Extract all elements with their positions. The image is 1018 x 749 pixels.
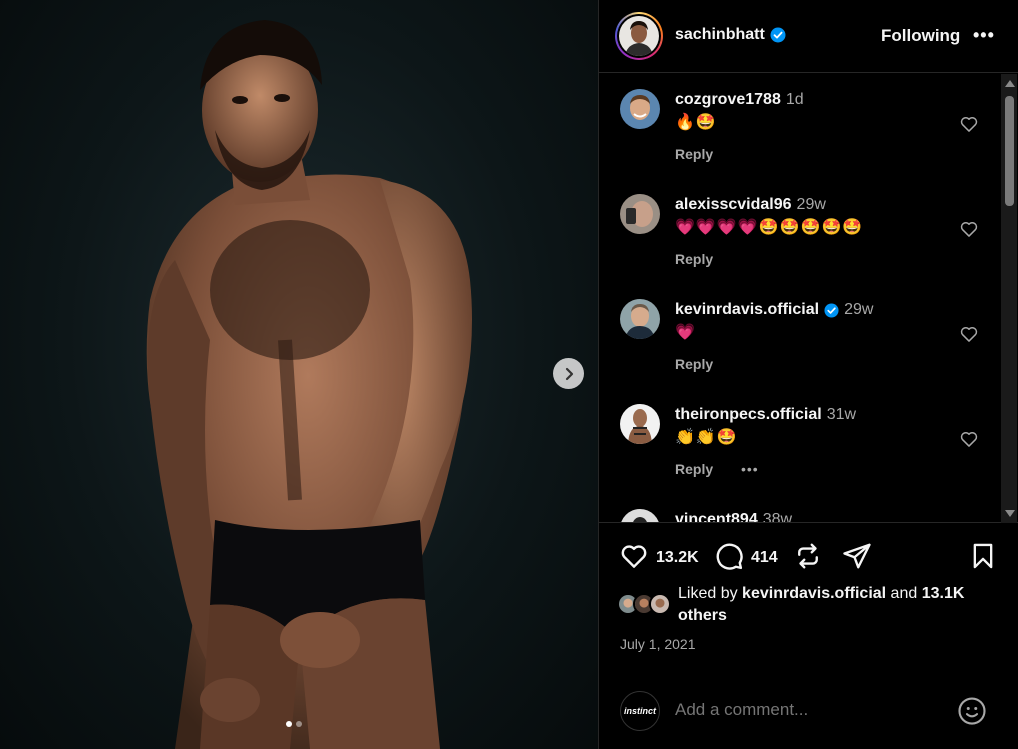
reply-button[interactable]: Reply bbox=[675, 356, 713, 372]
like-comment-icon[interactable] bbox=[959, 324, 979, 344]
comment-item: vincent894 38w bbox=[599, 494, 999, 523]
like-icon[interactable] bbox=[619, 541, 649, 571]
scroll-up-arrow-icon[interactable] bbox=[1005, 80, 1015, 87]
author-username[interactable]: sachinbhatt bbox=[675, 26, 765, 44]
carousel-next-button[interactable] bbox=[553, 358, 584, 389]
post-details-panel: sachinbhatt Following ••• cozgrove1788 1… bbox=[598, 0, 1018, 749]
comments-list[interactable]: cozgrove1788 1d 🔥🤩 Reply alexisscvidal96… bbox=[599, 74, 1018, 523]
post-header: sachinbhatt Following ••• bbox=[599, 0, 1018, 73]
carousel-dot bbox=[296, 721, 302, 727]
comment-text: 👏👏🤩 bbox=[675, 429, 738, 446]
comment-username[interactable]: kevinrdavis.official bbox=[675, 301, 819, 319]
reply-button[interactable]: Reply bbox=[675, 461, 713, 477]
author-name-row[interactable]: sachinbhatt bbox=[675, 26, 786, 44]
comment-time[interactable]: 29w bbox=[844, 301, 873, 319]
comment-username[interactable]: theironpecs.official bbox=[675, 406, 822, 424]
comment-icon[interactable] bbox=[714, 541, 744, 571]
current-user-avatar: instinct bbox=[620, 691, 660, 731]
comments-scrollbar[interactable] bbox=[1001, 74, 1017, 523]
scrollbar-thumb[interactable] bbox=[1005, 96, 1014, 206]
comment-time[interactable]: 29w bbox=[797, 196, 826, 214]
commenter-avatar[interactable] bbox=[620, 404, 660, 444]
comments-count[interactable]: 414 bbox=[751, 549, 778, 567]
commenter-avatar[interactable] bbox=[620, 299, 660, 339]
comment-item: kevinrdavis.official 29w 💗 Reply bbox=[599, 284, 999, 389]
like-comment-icon[interactable] bbox=[959, 219, 979, 239]
chevron-right-icon bbox=[565, 367, 573, 380]
avatar-logo-text: instinct bbox=[623, 706, 656, 716]
action-bar: 13.2K 414 bbox=[599, 535, 1018, 579]
liked-by-prefix: Liked by bbox=[678, 585, 743, 602]
comment-text: 💗💗💗💗🤩🤩🤩🤩🤩 bbox=[675, 219, 864, 236]
comment-more-button[interactable]: ••• bbox=[741, 461, 759, 477]
comment-item: cozgrove1788 1d 🔥🤩 Reply bbox=[599, 74, 999, 179]
comment-time[interactable]: 1d bbox=[786, 91, 804, 109]
comment-text: 💗 bbox=[675, 324, 696, 341]
reply-button[interactable]: Reply bbox=[675, 146, 713, 162]
comment-username[interactable]: alexisscvidal96 bbox=[675, 196, 792, 214]
reply-button[interactable]: Reply bbox=[675, 251, 713, 267]
carousel-dot bbox=[286, 721, 292, 727]
verified-badge-icon bbox=[770, 27, 786, 43]
liker-avatar bbox=[649, 593, 671, 615]
likes-count[interactable]: 13.2K bbox=[656, 549, 699, 567]
comment-time[interactable]: 38w bbox=[763, 511, 792, 522]
comment-item: alexisscvidal96 29w 💗💗💗💗🤩🤩🤩🤩🤩 Reply bbox=[599, 179, 999, 284]
scroll-down-arrow-icon[interactable] bbox=[1005, 510, 1015, 517]
post-date[interactable]: July 1, 2021 bbox=[620, 636, 696, 652]
repost-icon[interactable] bbox=[793, 541, 823, 571]
share-icon[interactable] bbox=[842, 541, 872, 571]
save-icon[interactable] bbox=[969, 541, 997, 571]
comment-item: theironpecs.official 31w 👏👏🤩 Reply ••• bbox=[599, 389, 999, 494]
verified-badge-icon bbox=[824, 302, 839, 318]
more-options-button[interactable]: ••• bbox=[973, 25, 995, 46]
comment-username[interactable]: vincent894 bbox=[675, 511, 758, 522]
comment-text: 🔥🤩 bbox=[675, 114, 717, 131]
liked-by-text: Liked by kevinrdavis.official and 13.1K … bbox=[678, 583, 998, 627]
add-comment-input[interactable] bbox=[675, 700, 935, 720]
post-media[interactable] bbox=[0, 0, 598, 749]
comment-composer: instinct bbox=[599, 686, 1018, 736]
comment-username[interactable]: cozgrove1788 bbox=[675, 91, 781, 109]
like-comment-icon[interactable] bbox=[959, 429, 979, 449]
commenter-avatar[interactable] bbox=[620, 89, 660, 129]
story-ring[interactable] bbox=[615, 12, 663, 60]
liked-by-user[interactable]: kevinrdavis.official bbox=[742, 585, 886, 602]
like-comment-icon[interactable] bbox=[959, 114, 979, 134]
following-button[interactable]: Following bbox=[881, 26, 960, 46]
liked-by-middle: and bbox=[886, 585, 922, 602]
emoji-icon[interactable] bbox=[957, 696, 987, 726]
commenter-avatar[interactable] bbox=[620, 194, 660, 234]
carousel-indicator bbox=[286, 721, 302, 727]
post-photo bbox=[146, 20, 472, 749]
liked-by-avatars[interactable] bbox=[617, 593, 677, 617]
author-avatar bbox=[619, 16, 659, 56]
commenter-avatar[interactable] bbox=[620, 509, 660, 523]
comment-time[interactable]: 31w bbox=[827, 406, 856, 424]
